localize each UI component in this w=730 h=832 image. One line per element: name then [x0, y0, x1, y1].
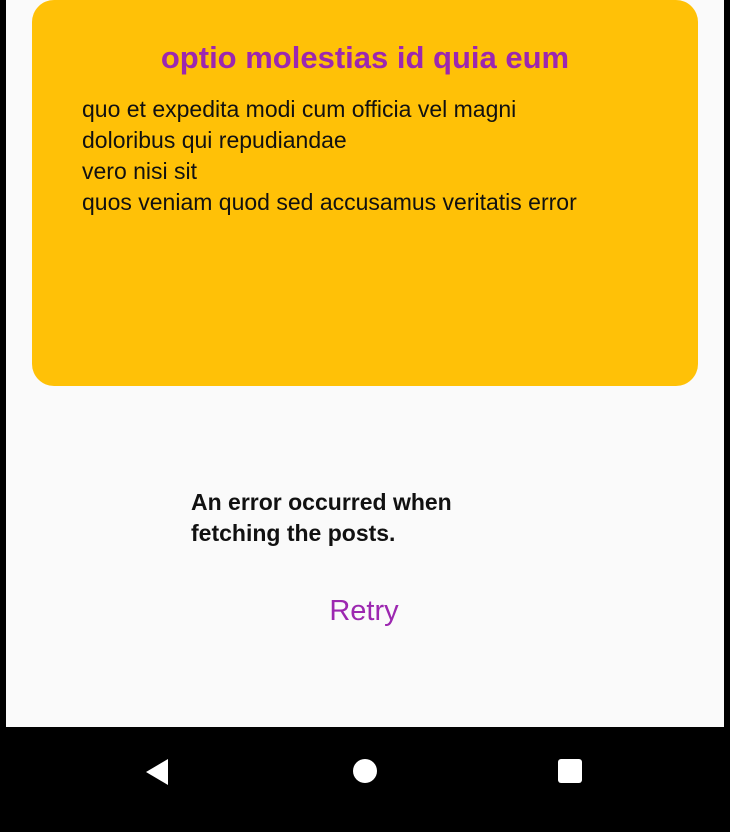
post-card[interactable]: optio molestias id quia eum quo et exped…: [32, 0, 698, 386]
back-icon[interactable]: [140, 754, 176, 790]
phone-frame: optio molestias id quia eum quo et exped…: [0, 0, 730, 832]
recents-icon[interactable]: [555, 756, 585, 786]
post-body: quo et expedita modi cum officia vel mag…: [82, 96, 577, 215]
retry-button[interactable]: Retry: [302, 585, 426, 637]
error-message: An error occurred when fetching the post…: [191, 489, 452, 546]
post-title: optio molestias id quia eum: [160, 40, 570, 75]
home-icon[interactable]: [349, 755, 381, 787]
navigation-bar: [0, 727, 730, 832]
app-screen: optio molestias id quia eum quo et exped…: [6, 0, 724, 727]
